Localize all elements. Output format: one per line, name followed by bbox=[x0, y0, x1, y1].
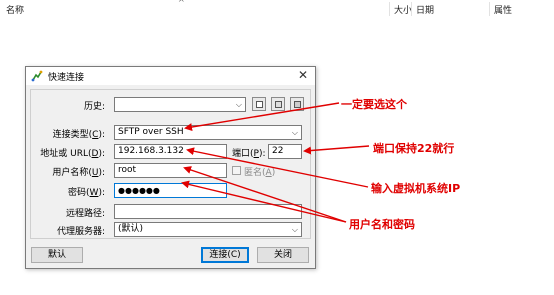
annotation-arrows bbox=[181, 102, 370, 223]
arrow-username bbox=[183, 166, 347, 223]
arrow-address bbox=[186, 147, 369, 188]
arrow-port bbox=[303, 145, 370, 155]
arrow-password bbox=[181, 180, 347, 223]
address-note: 输入虚拟机系统IP bbox=[371, 182, 461, 195]
credentials-note: 用户名和密码 bbox=[349, 218, 415, 231]
connection-type-note: 一定要选这个 bbox=[341, 98, 407, 111]
port-note: 端口保持22就行 bbox=[373, 142, 455, 155]
arrow-connection-type bbox=[184, 102, 340, 131]
